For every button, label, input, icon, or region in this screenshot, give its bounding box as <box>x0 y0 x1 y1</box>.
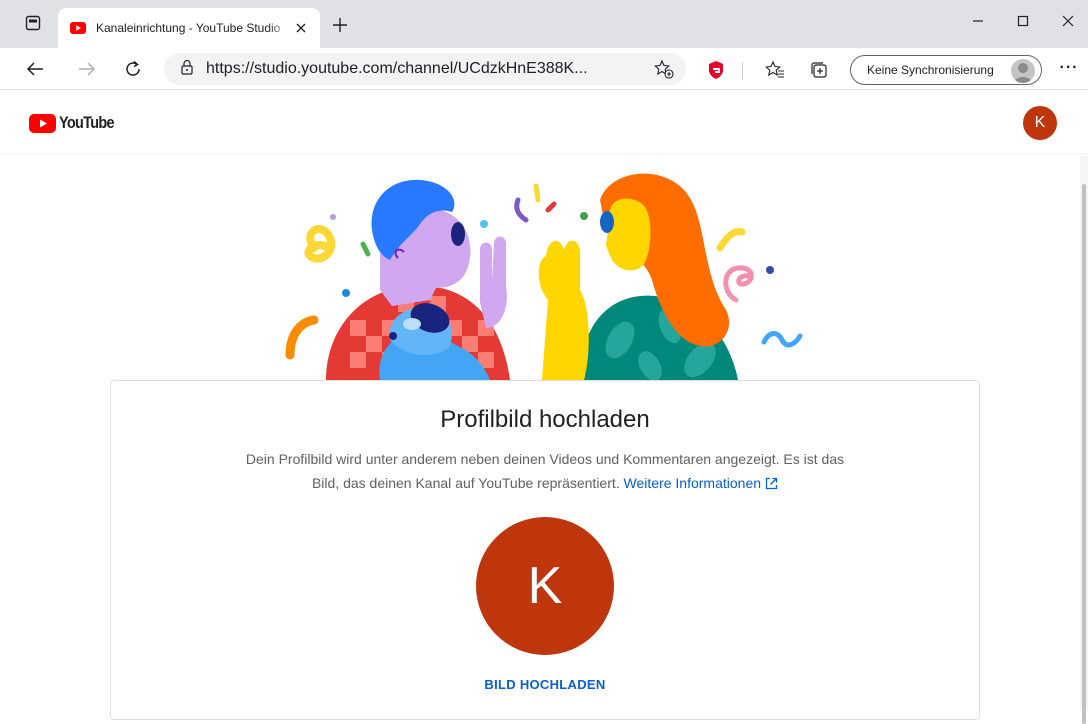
card-description: Dein Profilbild wird unter anderem neben… <box>191 447 899 495</box>
description-line-2: Bild, das deinen Kanal auf YouTube reprä… <box>311 475 620 491</box>
close-window-icon[interactable] <box>1048 8 1088 34</box>
tab-title: Kanaleinrichtung - YouTube Studio <box>96 21 281 35</box>
profile-avatar-icon <box>1011 59 1035 83</box>
youtube-logo-text: YouTube <box>59 113 115 132</box>
add-favorite-icon[interactable] <box>654 59 674 79</box>
learn-more-link[interactable]: Weitere Informationen <box>624 475 778 491</box>
scrollbar-thumb[interactable] <box>1082 184 1086 724</box>
description-line-1: Dein Profilbild wird unter anderem neben… <box>245 451 845 467</box>
url-text[interactable]: https://studio.youtube.com/channel/UCdzk… <box>206 60 626 78</box>
address-bar[interactable]: https://studio.youtube.com/channel/UCdzk… <box>164 53 686 85</box>
youtube-play-icon <box>29 113 56 133</box>
active-tab[interactable]: Kanaleinrichtung - YouTube Studio <box>58 8 320 48</box>
upload-picture-button[interactable]: BILD HOCHLADEN <box>445 677 645 697</box>
maximize-icon[interactable] <box>1003 8 1043 34</box>
new-tab-icon[interactable] <box>330 17 350 37</box>
welcome-illustration <box>285 173 803 380</box>
profile-sync-button[interactable]: Keine Synchronisierung <box>850 55 1042 85</box>
youtube-header: YouTube K <box>0 91 1088 153</box>
learn-more-label: Weitere Informationen <box>623 475 762 491</box>
card-title: Profilbild hochladen <box>440 406 650 433</box>
back-arrow-icon[interactable] <box>22 56 48 82</box>
reload-icon[interactable] <box>120 56 146 82</box>
lock-icon[interactable] <box>180 59 194 80</box>
tab-bar: Kanaleinrichtung - YouTube Studio <box>0 0 1088 48</box>
external-link-icon <box>765 477 778 490</box>
minimize-icon[interactable] <box>958 8 998 34</box>
account-avatar[interactable]: K <box>1023 106 1057 140</box>
sync-label: Keine Synchronisierung <box>867 63 994 77</box>
favorites-icon[interactable] <box>764 59 786 81</box>
page-scrollbar[interactable] <box>1080 156 1088 724</box>
profile-picture-preview: K <box>476 517 614 655</box>
tab-close-icon[interactable] <box>292 19 310 37</box>
upload-profile-picture-card: Profilbild hochladen Dein Profilbild wir… <box>110 380 980 720</box>
more-options-icon[interactable]: ··· <box>1058 59 1080 79</box>
shield-extension-icon[interactable] <box>705 59 727 81</box>
collections-icon[interactable] <box>808 59 830 81</box>
forward-arrow-icon[interactable] <box>74 56 100 82</box>
youtube-logo[interactable]: YouTube <box>29 113 124 133</box>
browser-toolbar: https://studio.youtube.com/channel/UCdzk… <box>0 48 1088 90</box>
toolbar-divider <box>742 62 743 80</box>
tab-actions-icon[interactable] <box>22 12 44 34</box>
youtube-favicon-icon <box>70 20 86 36</box>
